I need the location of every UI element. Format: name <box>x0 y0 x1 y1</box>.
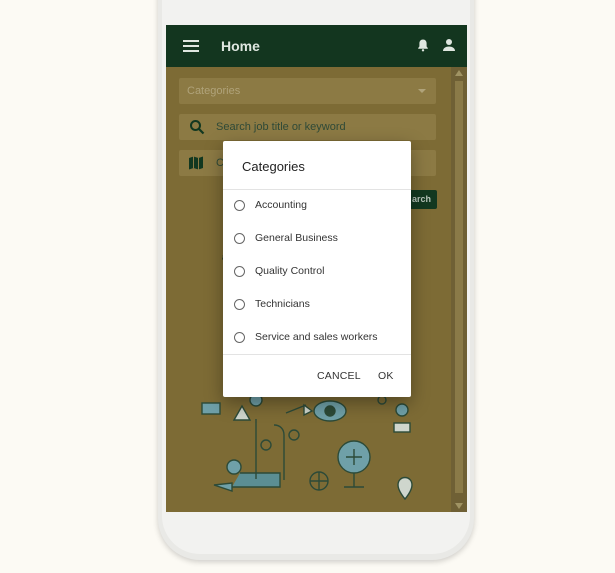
hero-illustration <box>201 395 413 501</box>
scroll-thumb[interactable] <box>455 81 463 493</box>
scrollbar[interactable] <box>451 67 467 512</box>
radio-button[interactable] <box>234 299 245 310</box>
chevron-down-icon <box>418 89 426 93</box>
menu-icon[interactable] <box>183 40 199 52</box>
app-bar: Home <box>166 25 467 67</box>
search-input-placeholder: Search job title or keyword <box>216 121 346 133</box>
search-button-label: arch <box>411 194 431 204</box>
search-icon <box>190 120 205 135</box>
option-quality-control[interactable]: Quality Control <box>223 256 411 289</box>
option-label: Quality Control <box>255 265 325 277</box>
page-title: Home <box>221 38 260 54</box>
dialog-title: Categories <box>242 159 305 174</box>
search-input[interactable]: Search job title or keyword <box>179 114 436 140</box>
cancel-button[interactable]: CANCEL <box>317 370 361 382</box>
option-service-and-sales-workers[interactable]: Service and sales workers <box>223 322 411 355</box>
ok-button[interactable]: OK <box>378 370 394 382</box>
divider <box>223 354 411 355</box>
map-icon <box>189 156 203 170</box>
categories-dialog: Categories Accounting General Business Q… <box>223 141 411 397</box>
option-label: Technicians <box>255 298 310 310</box>
radio-button[interactable] <box>234 332 245 343</box>
category-select-placeholder: Categories <box>187 85 241 97</box>
radio-button[interactable] <box>234 233 245 244</box>
option-label: Service and sales workers <box>255 331 378 343</box>
scroll-down-icon[interactable] <box>455 503 463 509</box>
radio-button[interactable] <box>234 266 245 277</box>
category-select[interactable]: Categories <box>179 78 436 104</box>
option-label: General Business <box>255 232 338 244</box>
radio-button[interactable] <box>234 200 245 211</box>
bell-icon[interactable] <box>416 38 430 52</box>
option-label: Accounting <box>255 199 307 211</box>
option-technicians[interactable]: Technicians <box>223 289 411 322</box>
option-accounting[interactable]: Accounting <box>223 190 411 223</box>
scroll-up-icon[interactable] <box>455 70 463 76</box>
option-general-business[interactable]: General Business <box>223 223 411 256</box>
user-icon[interactable] <box>442 38 456 52</box>
